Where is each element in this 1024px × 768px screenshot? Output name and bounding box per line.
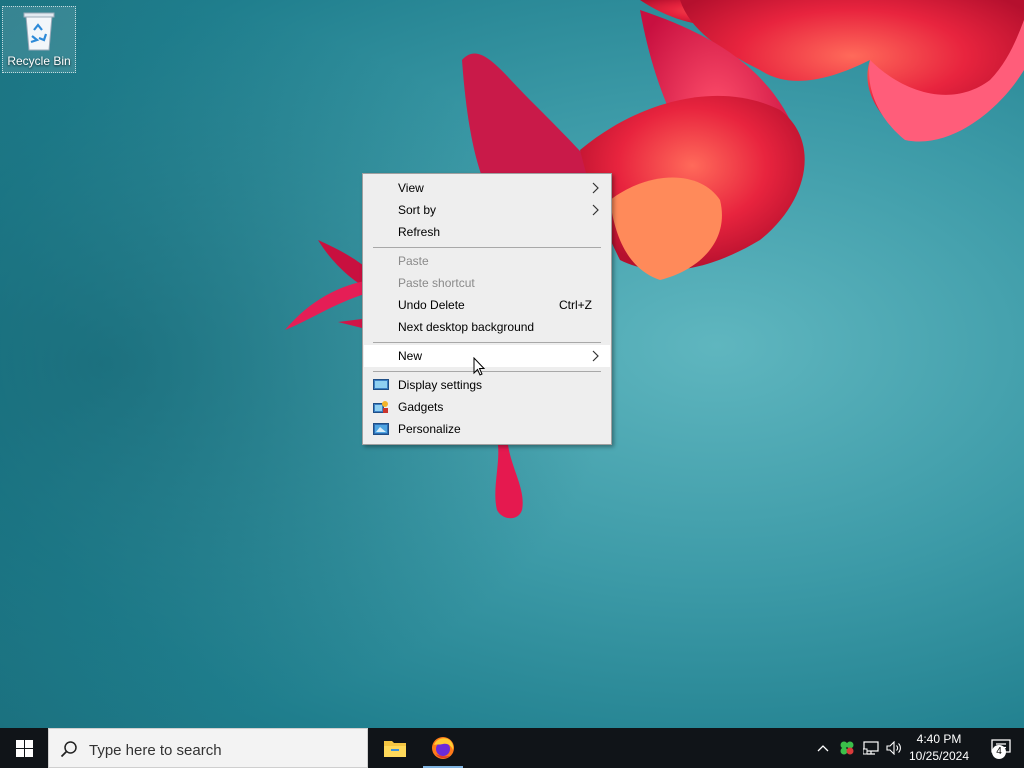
menu-separator xyxy=(373,371,601,372)
menu-item-label: New xyxy=(398,349,423,363)
clock-time: 4:40 PM xyxy=(916,732,962,746)
menu-item-label: Paste xyxy=(398,254,429,268)
taskbar-firefox[interactable] xyxy=(419,728,467,768)
recycle-bin-icon xyxy=(23,12,55,51)
notification-count-badge: 4 xyxy=(992,745,1006,759)
tray-volume[interactable] xyxy=(884,728,904,768)
taskbar-file-explorer[interactable] xyxy=(371,728,419,768)
chevron-right-icon xyxy=(592,204,599,216)
personalize-icon xyxy=(373,423,389,435)
menu-separator xyxy=(373,247,601,248)
menu-item-display-settings[interactable]: Display settings xyxy=(364,374,610,396)
menu-item-personalize[interactable]: Personalize xyxy=(364,418,610,440)
menu-item-sort-by[interactable]: Sort by xyxy=(364,199,610,221)
menu-item-paste-shortcut[interactable]: Paste shortcut xyxy=(364,272,610,294)
chevron-up-icon xyxy=(817,745,829,752)
display-settings-icon xyxy=(373,379,389,390)
search-icon xyxy=(60,741,77,758)
firefox-icon xyxy=(432,737,454,759)
show-hidden-icons[interactable] xyxy=(814,728,832,768)
file-explorer-icon xyxy=(384,741,406,757)
menu-item-shortcut: Ctrl+Z xyxy=(559,298,592,312)
volume-icon xyxy=(886,741,901,755)
menu-item-gadgets[interactable]: Gadgets xyxy=(364,396,610,418)
clock-date: 10/25/2024 xyxy=(908,749,970,763)
menu-item-new[interactable]: New xyxy=(364,345,610,367)
menu-item-next-desktop-background[interactable]: Next desktop background xyxy=(364,316,610,338)
desktop-context-menu: View Sort by Refresh Paste Paste shortcu… xyxy=(362,173,612,445)
clover-icon xyxy=(840,741,854,755)
menu-item-refresh[interactable]: Refresh xyxy=(364,221,610,243)
chevron-right-icon xyxy=(592,182,599,194)
start-button[interactable] xyxy=(0,728,48,768)
tray-network[interactable] xyxy=(861,728,881,768)
menu-item-label: Paste shortcut xyxy=(398,276,475,290)
windows-logo-icon xyxy=(15,739,33,757)
taskbar: 4:40 PM 10/25/2024 xyxy=(0,728,1024,768)
taskbar-clock[interactable]: 4:40 PM 10/25/2024 xyxy=(903,728,975,768)
menu-item-label: Display settings xyxy=(398,378,483,392)
desktop-icon-recycle-bin[interactable]: Recycle Bin xyxy=(2,6,76,73)
menu-item-label: Refresh xyxy=(398,225,441,239)
menu-item-label: Sort by xyxy=(398,203,437,217)
menu-item-label: View xyxy=(398,181,424,195)
menu-item-paste[interactable]: Paste xyxy=(364,250,610,272)
chevron-right-icon xyxy=(592,350,599,362)
desktop-icon-label: Recycle Bin xyxy=(7,54,71,68)
mouse-cursor-icon xyxy=(473,357,486,376)
menu-item-view[interactable]: View xyxy=(364,177,610,199)
taskbar-search-box[interactable] xyxy=(48,728,368,768)
tray-app-icon[interactable] xyxy=(837,728,857,768)
menu-item-label: Gadgets xyxy=(398,400,444,414)
search-input[interactable] xyxy=(87,737,361,763)
menu-item-undo-delete[interactable]: Undo Delete Ctrl+Z xyxy=(364,294,610,316)
menu-item-label: Undo Delete xyxy=(398,298,465,312)
network-icon xyxy=(863,741,879,755)
menu-separator xyxy=(373,342,601,343)
menu-item-label: Next desktop background xyxy=(398,320,535,334)
gadgets-icon xyxy=(373,401,388,413)
menu-item-label: Personalize xyxy=(398,422,461,436)
